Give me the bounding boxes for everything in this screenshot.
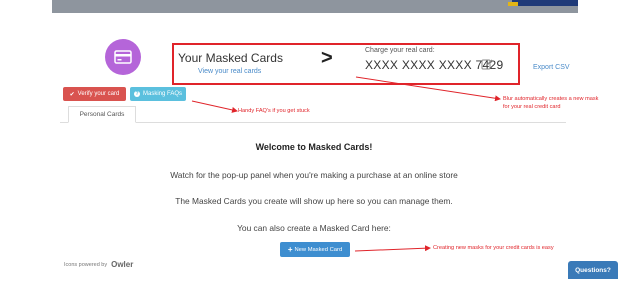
annotation-arrows bbox=[191, 76, 501, 252]
faq-arrow bbox=[191, 100, 238, 113]
new-mask-arrow bbox=[354, 245, 431, 252]
blur-arrow bbox=[355, 76, 501, 102]
questions-button[interactable]: Questions? bbox=[568, 261, 618, 279]
